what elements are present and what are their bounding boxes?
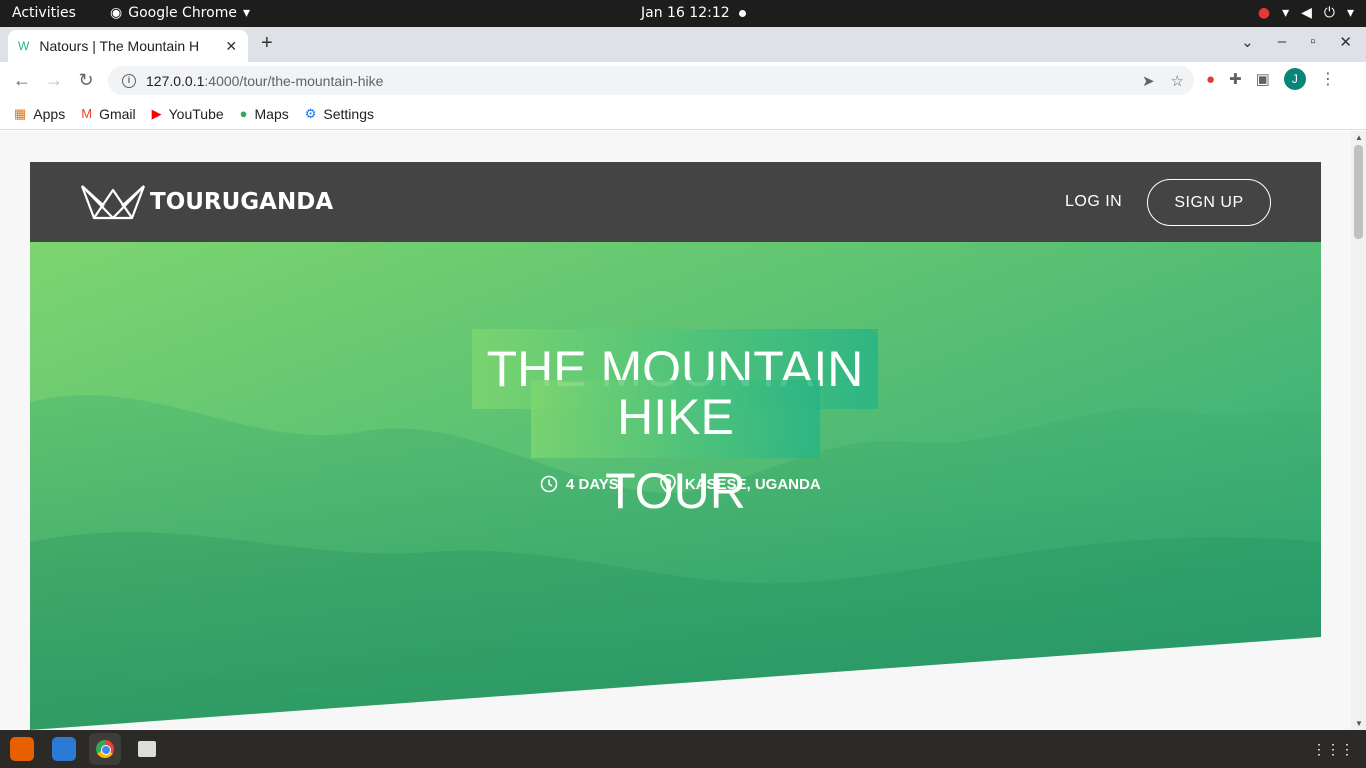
notification-dot [739, 10, 746, 17]
login-link[interactable]: LOG IN [1065, 193, 1122, 211]
firefox-icon[interactable] [10, 737, 34, 761]
address-bar[interactable]: i 127.0.0.1 :4000/tour/the-mountain-hike… [108, 66, 1194, 95]
tour-hero: THE MOUNTAIN HIKE TOUR 4 DAYS KASESE, UG… [30, 242, 1321, 730]
page-scrollbar[interactable]: ▲ ▼ [1351, 131, 1366, 730]
tab-search-icon[interactable]: ⌄ [1241, 33, 1254, 51]
bookmark-apps[interactable]: ▦ Apps [14, 106, 65, 122]
bookmark-gmail[interactable]: M Gmail [81, 106, 135, 122]
system-tray[interactable]: ● ▾ ◀ ⏻ ▾ [1258, 5, 1354, 21]
tab-title: Natours | The Mountain H [39, 38, 200, 54]
activities-button[interactable]: Activities [12, 5, 76, 21]
youtube-icon: ▶ [151, 105, 162, 121]
show-apps-icon[interactable]: ⋮⋮⋮ [1312, 741, 1354, 758]
bookmarks-bar: ▦ Apps M Gmail ▶ YouTube ● Maps ⚙ Settin… [0, 98, 1366, 130]
bookmark-settings[interactable]: ⚙ Settings [305, 106, 374, 122]
url-host: 127.0.0.1 [146, 72, 205, 89]
vscode-icon[interactable] [52, 737, 76, 761]
bookmark-label: Gmail [99, 105, 136, 122]
accessibility-icon[interactable]: ● [1258, 5, 1270, 21]
minimize-icon[interactable]: – [1278, 33, 1286, 51]
more-menu-icon[interactable]: ⋮ [1320, 69, 1336, 89]
back-icon[interactable]: ← [6, 70, 38, 91]
bookmark-label: Settings [323, 105, 374, 122]
volume-icon: ◀ [1301, 5, 1312, 21]
bookmark-youtube[interactable]: ▶ YouTube [152, 106, 224, 122]
tour-location-text: KASESE, UGANDA [684, 475, 821, 493]
gear-icon: ⚙ [304, 105, 317, 121]
browser-tab[interactable]: W Natours | The Mountain H ✕ [8, 30, 248, 62]
maps-pin-icon: ● [239, 106, 248, 121]
chevron-down-icon: ▾ [1346, 5, 1354, 21]
tour-location: KASESE, UGANDA [659, 474, 821, 494]
site-info-icon[interactable]: i [122, 73, 136, 88]
site-header: TOURUGANDA LOG IN SIGN UP [30, 162, 1321, 242]
scrollbar-thumb[interactable] [1354, 145, 1363, 239]
system-top-bar: Activities ◉ Google Chrome ▾ Jan 16 12:1… [0, 0, 1366, 27]
chrome-dock-icon[interactable] [89, 733, 121, 765]
url-path: :4000/tour/the-mountain-hike [204, 72, 384, 89]
map-pin-icon [660, 474, 676, 494]
tab-strip: W Natours | The Mountain H ✕ + ⌄ – ▫ ✕ [0, 27, 1366, 62]
chrome-icon: ◉ [110, 5, 123, 21]
power-icon: ⏻ [1323, 5, 1335, 21]
clock[interactable]: Jan 16 12:12 [641, 5, 730, 21]
extensions-puzzle-icon[interactable]: ✚ [1229, 70, 1242, 88]
window-controls: ⌄ – ▫ ✕ [1241, 33, 1352, 51]
gmail-icon: M [81, 106, 93, 121]
bookmark-label: Apps [33, 105, 66, 122]
scroll-up-icon[interactable]: ▲ [1355, 133, 1363, 142]
scroll-down-icon[interactable]: ▼ [1355, 719, 1363, 728]
chevron-down-icon: ▾ [242, 5, 250, 21]
reload-icon[interactable]: ↻ [70, 70, 102, 91]
tour-duration: 4 DAYS [540, 474, 619, 494]
tour-title-line2: HIKE TOUR [531, 380, 820, 519]
profile-avatar[interactable]: J [1283, 68, 1306, 90]
dock: ⋮⋮⋮ [0, 730, 1366, 768]
close-window-icon[interactable]: ✕ [1339, 33, 1352, 51]
natours-logo-icon: W [18, 39, 30, 53]
signup-button[interactable]: SIGN UP [1147, 179, 1271, 226]
site-brand: TOURUGANDA [150, 189, 334, 215]
new-tab-button[interactable]: + [261, 32, 273, 55]
extension-red-icon[interactable]: ● [1206, 71, 1215, 88]
send-icon[interactable]: ➤ [1142, 72, 1155, 90]
forward-icon[interactable]: → [38, 70, 70, 91]
site-logo[interactable]: TOURUGANDA [80, 184, 333, 220]
browser-toolbar: ← → ↻ i 127.0.0.1 :4000/tour/the-mountai… [0, 62, 1366, 98]
bookmark-label: YouTube [168, 105, 224, 122]
clock-icon [540, 475, 558, 493]
close-tab-icon[interactable]: ✕ [225, 38, 237, 55]
side-panel-icon[interactable]: ▣ [1256, 70, 1270, 88]
bookmark-maps[interactable]: ● Maps [240, 106, 289, 122]
tour-details: 4 DAYS KASESE, UGANDA [540, 474, 821, 494]
app-menu[interactable]: ◉ Google Chrome ▾ [110, 5, 250, 21]
apps-grid-icon: ▦ [14, 105, 27, 121]
bookmark-star-icon[interactable]: ☆ [1171, 72, 1184, 90]
files-icon[interactable] [138, 741, 156, 757]
maximize-icon[interactable]: ▫ [1310, 33, 1315, 51]
wifi-icon: ▾ [1282, 5, 1290, 21]
crown-logo-icon [80, 185, 146, 220]
app-menu-label: Google Chrome [128, 5, 237, 21]
page-viewport: TOURUGANDA LOG IN SIGN UP THE MOUNTAIN H… [0, 131, 1351, 730]
tour-duration-text: 4 DAYS [566, 475, 619, 493]
bookmark-label: Maps [254, 105, 289, 122]
